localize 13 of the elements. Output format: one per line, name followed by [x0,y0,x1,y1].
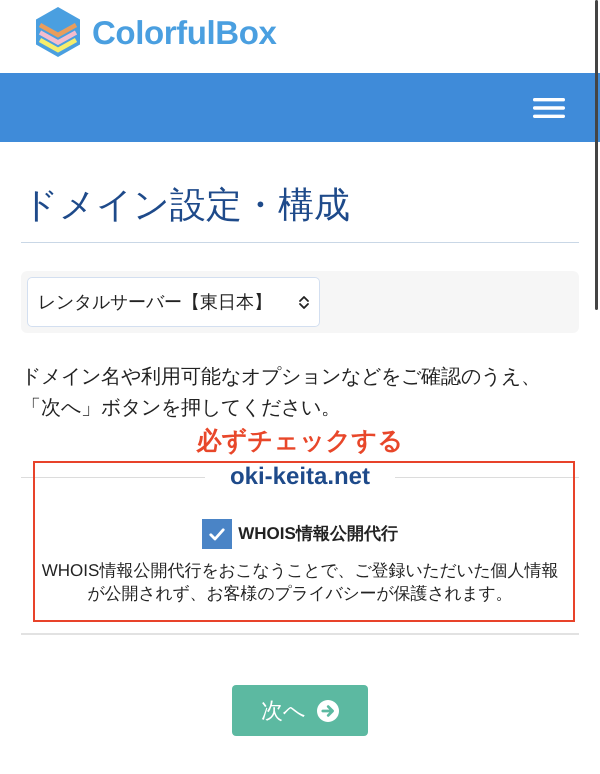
option-description: WHOIS情報公開代行をおこなうことで、ご登録いただいた個人情報が公開されず、お客様のプライバシーが保護されます。 [40,560,560,605]
callout-text: 必ずチェックする [195,426,404,456]
arrow-circle-icon [317,700,339,722]
checkmark-icon [209,528,226,540]
logo-cube-icon [35,6,81,58]
page-title: ドメイン設定・構成 [21,183,351,226]
server-select[interactable]: レンタルサーバー【東日本】 [27,277,320,327]
checkbox[interactable] [202,519,232,549]
option-label[interactable]: WHOIS情報公開代行 [238,522,398,546]
domain-name: oki-keita.net [228,464,372,490]
chevron-updown-icon [298,294,310,310]
menu-icon[interactable] [533,98,565,118]
instructions-text: ドメイン名や利用可能なオプションなどをご確認のうえ、「次へ」ボタンを押してください。 [21,365,542,421]
